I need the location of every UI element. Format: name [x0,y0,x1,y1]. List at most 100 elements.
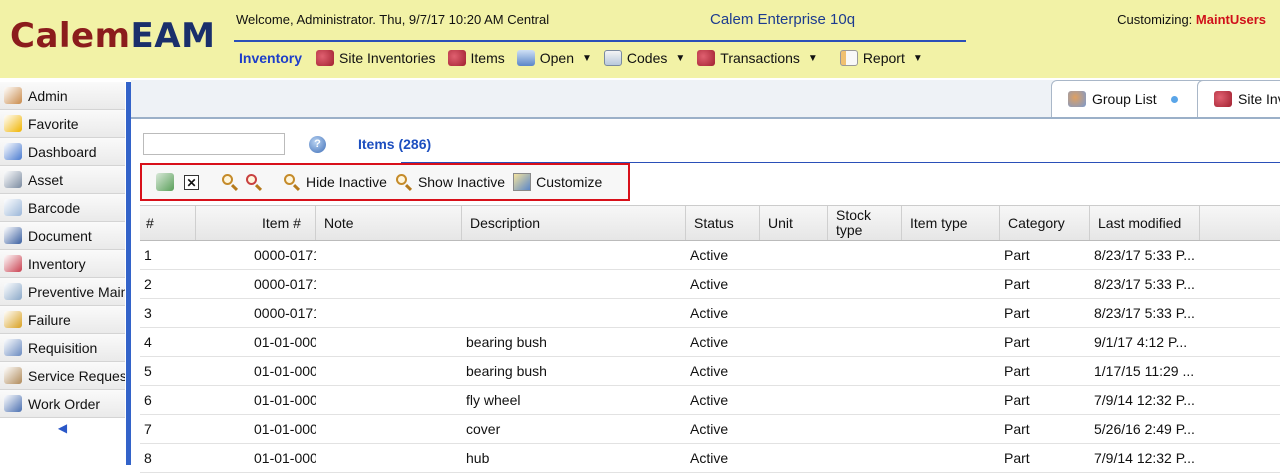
hide-inactive-button[interactable]: Hide Inactive [283,173,387,191]
search-icon [283,173,301,191]
table-cell: 0000-01711-000.... [254,305,316,321]
table-cell [902,386,1000,414]
sidebar-item-service-request[interactable]: Service Request [0,362,125,390]
chevron-down-icon: ▼ [582,52,592,64]
table-row[interactable]: 2 0000-01710-001.... Active Part 8/23/17 5:3… [140,270,1280,299]
table-cell: Active [690,363,729,379]
items-grid: # Item # Note Description Status Unit Stock ty… [140,205,1280,473]
module-menubar: Inventory Site Inventories Items Open ▼ C… [234,46,935,70]
preventive-icon [4,283,22,300]
table-cell [902,444,1000,472]
chevron-down-icon: ▼ [675,52,686,64]
product-name: Calem Enterprise 10q [710,11,856,28]
column-header-[interactable]: # [140,206,196,240]
tab-status-dot [1170,95,1178,103]
menu-open[interactable]: Open ▼ [516,50,592,66]
menu-site-inventories[interactable]: Site Inventories [316,50,436,66]
table-cell [828,444,902,472]
module-label[interactable]: Inventory [239,50,302,66]
calemeam-logo: CalemEAM [10,16,216,56]
customizing-user-link[interactable]: MaintUsers [1196,12,1266,27]
table-cell [828,241,902,269]
grid-body: 1 0000-01710-000.... Active Part 8/23/17 5:3… [140,241,1280,473]
table-cell [828,328,902,356]
show-inactive-button[interactable]: Show Inactive [395,173,505,191]
header-divider [234,40,966,42]
table-row[interactable]: 3 0000-01711-000.... Active Part 8/23/17 5:3… [140,299,1280,328]
search-input[interactable] [143,133,285,155]
column-header-description[interactable]: Description [462,206,686,240]
sidebar-item-barcode[interactable]: Barcode [0,194,125,222]
column-header-stock-type[interactable]: Stock type [828,206,902,240]
search-icon [221,173,239,191]
customize-button[interactable]: Customize [513,173,602,191]
menu-report[interactable]: Report ▼ [839,50,923,66]
table-cell: 6 [144,392,152,408]
table-row[interactable]: 4 01-01-0001 bearing bush Active Part 9/1/17 … [140,328,1280,357]
sidebar-item-work-order[interactable]: Work Order [0,390,125,418]
sidebar-item-label: Failure [28,311,71,328]
column-header-unit[interactable]: Unit [760,206,828,240]
help-icon[interactable]: ? [309,136,326,153]
tab-site-inventories[interactable]: Site Inv [1197,80,1280,117]
column-header-status[interactable]: Status [686,206,760,240]
tab-group-list[interactable]: Group List [1051,80,1211,117]
collapse-sidebar-button[interactable]: ◀ [0,418,125,438]
sidebar-item-admin[interactable]: Admin [0,82,125,110]
table-row[interactable]: 7 01-01-0003 cover Active Part 5/26/16 2:49 P… [140,415,1280,444]
sidebar-item-document[interactable]: Document [0,222,125,250]
table-cell: 5 [144,363,152,379]
table-cell [760,328,828,356]
sidebar-item-label: Asset [28,171,64,188]
table-cell [316,328,462,356]
search-button[interactable] [221,173,239,191]
column-header-item[interactable]: Item # [196,206,316,240]
sidebar-item-label: Preventive Main [28,283,125,300]
clear-button[interactable]: ✕ [184,174,199,190]
asset-icon [4,171,22,188]
column-header-category[interactable]: Category [1000,206,1090,240]
table-cell [760,299,828,327]
sidebar-item-label: Service Request [28,367,125,384]
requisition-icon [4,339,22,356]
site-inventory-icon [1214,91,1232,107]
sidebar-item-asset[interactable]: Asset [0,166,125,194]
barcode-icon [4,199,22,216]
chevron-down-icon: ▼ [807,52,818,64]
sidebar-item-preventive-main[interactable]: Preventive Main [0,278,125,306]
table-row[interactable]: 5 01-01-0001A bearing bush Active Part 1/17/1… [140,357,1280,386]
sidebar-item-dashboard[interactable]: Dashboard [0,138,125,166]
table-cell: Part [1004,305,1030,321]
table-cell: 9/1/17 4:12 P... [1094,334,1188,350]
column-header-note[interactable]: Note [316,206,462,240]
table-cell [828,386,902,414]
column-header-last-modified[interactable]: Last modified [1090,206,1200,240]
table-cell: 3 [144,305,152,321]
table-row[interactable]: 1 0000-01710-000.... Active Part 8/23/17 5:3… [140,241,1280,270]
customizing-status: Customizing: MaintUsers [1117,12,1266,27]
table-cell: hub [466,450,490,466]
open-icon [516,50,535,66]
failure-icon [4,311,22,328]
menu-transactions[interactable]: Transactions ▼ [697,50,818,66]
star-icon [4,115,22,132]
table-cell: Active [690,421,729,437]
grid-header: # Item # Note Description Status Unit Stock ty… [140,205,1280,241]
table-cell: Part [1004,363,1030,379]
table-cell: Active [690,276,729,292]
table-cell [316,299,462,327]
sidebar-item-failure[interactable]: Failure [0,306,125,334]
menu-codes[interactable]: Codes ▼ [603,50,686,66]
column-header-item-type[interactable]: Item type [902,206,1000,240]
menu-items[interactable]: Items [447,50,505,66]
table-row[interactable]: 6 01-01-0002 fly wheel Active Part 7/9/14 12:… [140,386,1280,415]
table-row[interactable]: 8 01-01-0004 hub Active Part 7/9/14 12:32 P..… [140,444,1280,473]
sidebar-item-inventory[interactable]: Inventory [0,250,125,278]
sidebar-item-favorite[interactable]: Favorite [0,110,125,138]
refresh-button[interactable] [156,173,174,191]
clear-search-button[interactable] [245,173,263,191]
table-cell: 8/23/17 5:33 P... [1094,276,1195,292]
table-cell: fly wheel [466,392,521,408]
sidebar-item-requisition[interactable]: Requisition [0,334,125,362]
refresh-icon [156,173,174,191]
